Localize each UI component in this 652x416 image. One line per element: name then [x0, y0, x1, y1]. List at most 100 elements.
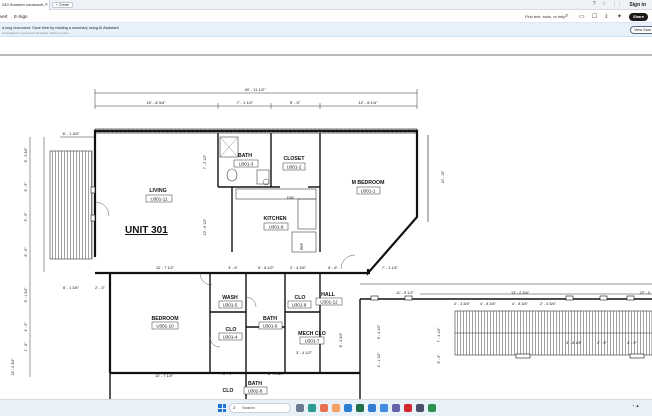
room-tag: U301-7	[305, 339, 320, 344]
banner-subtext: AI Assistant is a generative AI feature.…	[2, 31, 69, 35]
app-icon[interactable]	[308, 404, 316, 412]
room-tag: U301-4	[223, 335, 238, 340]
room-name: LIVING	[149, 188, 166, 194]
teams-icon[interactable]	[392, 404, 400, 412]
task-view-icon[interactable]	[296, 404, 304, 412]
room-name: WASH	[222, 295, 238, 301]
room-tag: U301-12	[320, 300, 338, 305]
dim-label: 3' - 6"	[228, 266, 238, 270]
start-button[interactable]	[218, 404, 226, 412]
dim-label: 12' - 7 1/2"	[156, 266, 175, 270]
dim-label: 10' - 6 1/2"	[203, 218, 207, 235]
room-name: M BEDROOM	[352, 180, 385, 186]
system-tray-icon[interactable]: ◔ ▲	[632, 403, 640, 408]
room-tag: U301-6	[263, 324, 278, 329]
dim-label: 10' - 10"	[441, 170, 445, 184]
dim-label: 2' - 0 3/4"	[540, 302, 557, 306]
acrobat-icon[interactable]	[404, 404, 412, 412]
room-tag: U301-9	[269, 225, 284, 230]
dim-label: 2' - 4 3/4"	[290, 266, 307, 270]
browser-tab[interactable]: 240 Summer constructi...	[0, 0, 50, 10]
app-icon[interactable]	[416, 404, 424, 412]
print-icon[interactable]: ▭	[579, 13, 585, 20]
dim-label: 2' - 3 3/4"	[454, 302, 471, 306]
find-text-input[interactable]: Find text, tools, or help	[525, 10, 565, 23]
room-tag: U301-10	[156, 324, 174, 329]
room-name: BATH	[238, 153, 252, 159]
dim-label: 3' - 9"	[24, 212, 28, 222]
dim-label: 3' - 8 1/4"	[566, 341, 583, 345]
dim-label: 2' - 7"	[223, 372, 233, 376]
dim-label: 4' - 8 3/4"	[512, 302, 529, 306]
ai-assistant-icon[interactable]: ✦	[617, 13, 622, 20]
room-name: CLOSET	[283, 156, 305, 162]
dim-label: 3' - 4 1/2"	[377, 324, 381, 340]
close-tab-icon[interactable]: ×	[45, 0, 48, 10]
room-name: CLO	[223, 388, 234, 394]
dim-label: 6' - 1 3/4"	[63, 286, 80, 290]
dim-label: 12' - 8 1/4"	[358, 100, 378, 105]
dim-label: 22' - 2 3/4"	[11, 358, 15, 375]
room-name: CLO	[295, 295, 306, 301]
room-tag: U301-5	[223, 303, 238, 308]
search-icon[interactable]: ⌕	[565, 13, 568, 20]
room-tag: U301-11	[151, 197, 168, 202]
esign-menu[interactable]: E-Sign	[14, 10, 28, 23]
dim-label: 8' - 3 3/4"	[339, 332, 343, 348]
room-name: CLO	[226, 327, 237, 333]
dim-label: 7' - 2 1/2"	[203, 154, 207, 170]
dim-label: 5' - 0"	[437, 354, 441, 364]
room-tag: U301-2	[287, 165, 302, 170]
share-button[interactable]: Share	[629, 13, 648, 21]
room-name: MECH CLO	[298, 331, 326, 337]
dim-label: 15' - 8 3/4"	[146, 100, 166, 105]
dim-label: 4' - 1 1/2"	[377, 352, 381, 368]
file-explorer-icon[interactable]	[332, 404, 340, 412]
taskbar-search[interactable]: Search	[229, 403, 291, 413]
mail-icon[interactable]	[368, 404, 376, 412]
dim-label: 2' - 3"	[95, 286, 105, 290]
app-toolbar: vert E-Sign Find text, tools, or help ⌕ …	[0, 10, 652, 23]
dim-label: 6' - 3 3/4"	[24, 147, 28, 163]
view-summary-button[interactable]: View Sum	[630, 26, 652, 34]
balcony-deck	[49, 150, 93, 260]
search-icon: ⌕	[233, 405, 236, 411]
dim-label: 6' - 1 3/4"	[63, 131, 80, 136]
browser-tab-strip: 240 Summer constructi... × + Create ? ♢ …	[0, 0, 652, 10]
dim-overall: 40' - 11 1/2"	[244, 87, 266, 92]
dim-label: 7' - 1 1/4"	[382, 266, 399, 270]
dim-label: 13' - 2 3/4"	[511, 291, 530, 295]
convert-menu[interactable]: vert	[0, 10, 8, 23]
sign-in-link[interactable]: Sign in	[629, 1, 646, 9]
room-tag: U301-8	[292, 303, 307, 308]
dim-label: 7' - 1 1/2"	[237, 100, 254, 105]
ai-summary-banner: a long document. Save time by reading a …	[0, 23, 652, 37]
bookmark-icon[interactable]: ☐	[592, 13, 597, 20]
dim-label: 6' - 6"	[328, 266, 338, 270]
help-icon[interactable]: ?	[593, 1, 596, 7]
refrigerator-label: REF	[300, 243, 304, 250]
floor-plan-drawing: 40' - 11 1/2" 15' - 8 3/4" 7' - 1 1/2" 5…	[0, 54, 652, 399]
brave-browser-icon[interactable]	[320, 404, 328, 412]
edge-browser-icon[interactable]	[344, 404, 352, 412]
document-canvas[interactable]: 40' - 11 1/2" 15' - 8 3/4" 7' - 1 1/2" 5…	[0, 37, 652, 399]
dim-label: 3' - 9"	[24, 182, 28, 192]
dim-label: 7' - 4 1/2"	[437, 327, 441, 343]
dim-label: 4' - 3"	[24, 322, 28, 332]
room-name: HALL	[321, 292, 336, 298]
excel-icon[interactable]	[356, 404, 364, 412]
dim-label: 11' - 5 1/2"	[396, 291, 414, 295]
tab-title: 240 Summer constructi...	[2, 2, 47, 7]
apps-icon[interactable]: ⋮⋮	[612, 1, 622, 7]
new-tab-button[interactable]: + Create	[52, 2, 73, 8]
dim-label: 2' - 9"	[597, 341, 607, 345]
dim-label: 6' - 1 3/4"	[24, 287, 28, 303]
room-tag: U301-1	[361, 189, 376, 194]
dim-label: 5' - 5"	[290, 100, 301, 105]
download-icon[interactable]: ⤓	[605, 13, 608, 20]
dim-label: 4' - 8 3/4"	[480, 302, 497, 306]
chrome-icon[interactable]	[428, 404, 436, 412]
dishwasher-label: DW	[287, 195, 294, 200]
app-icon[interactable]	[380, 404, 388, 412]
bell-icon[interactable]: ♢	[602, 1, 606, 7]
